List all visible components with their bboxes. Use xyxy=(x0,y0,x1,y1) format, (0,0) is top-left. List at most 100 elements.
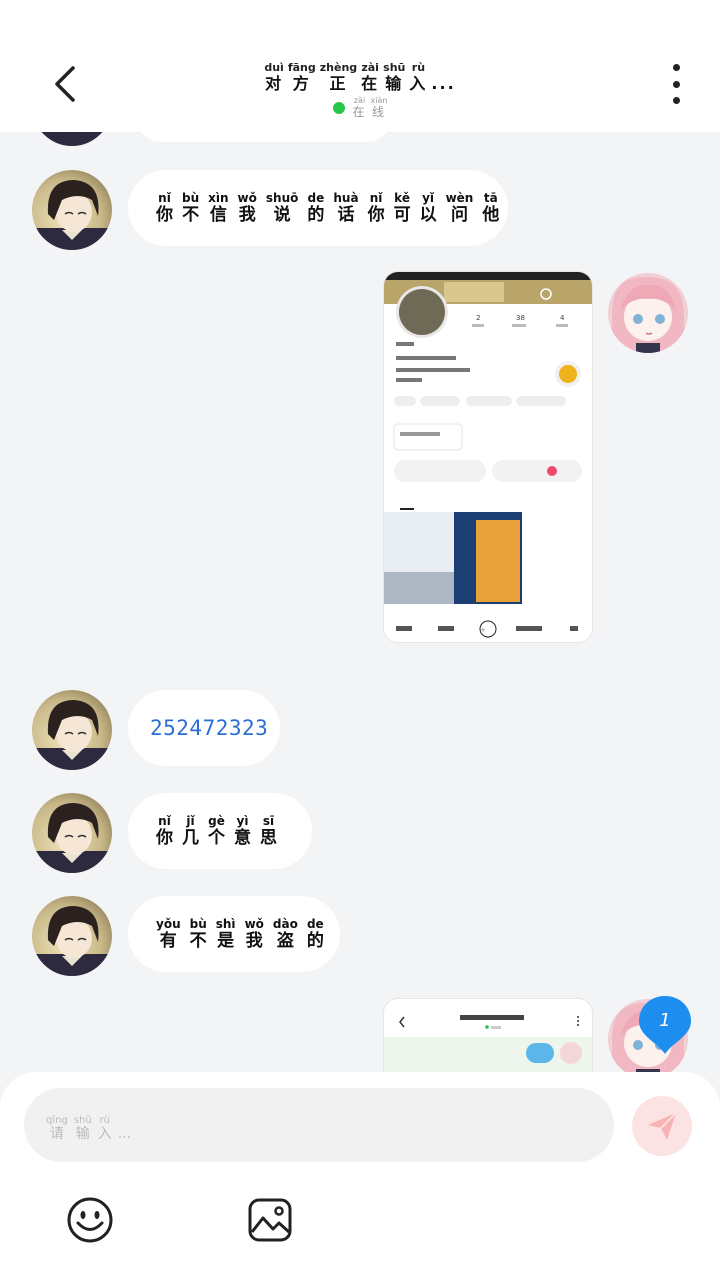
ruby-char: yǐ 以 xyxy=(420,191,437,225)
pinyin: kě xyxy=(394,190,410,205)
my-avatar[interactable] xyxy=(608,273,688,353)
online-label: zài 在 xiàn 线 xyxy=(353,96,388,119)
send-image-button[interactable] xyxy=(246,1196,294,1244)
hanzi: 盗 xyxy=(276,930,294,951)
ruby-char: de 的 xyxy=(307,190,325,225)
ruby-char: huà 话 xyxy=(333,191,358,225)
pinyin: xiàn xyxy=(370,96,388,105)
anime-girl-avatar-icon xyxy=(612,276,684,353)
pinyin: nǐ xyxy=(369,190,383,205)
hanzi: 我 xyxy=(238,204,256,225)
pinyin: shū xyxy=(73,1115,92,1126)
unread-count-badge[interactable]: 1 xyxy=(637,994,693,1056)
hanzi: 入 xyxy=(409,74,428,93)
ruby-char: nǐ 你 xyxy=(156,813,173,848)
pinyin: bù xyxy=(189,916,207,931)
ruby-char: wǒ 我 xyxy=(245,917,264,951)
hanzi: 输 xyxy=(75,1126,90,1142)
hanzi: 你 xyxy=(367,204,385,225)
hanzi: 他 xyxy=(482,204,500,225)
ruby-char: gè 个 xyxy=(208,813,225,848)
ruby-char: zài 在 xyxy=(361,62,379,94)
ruby-char: ... xyxy=(118,1115,131,1142)
dot xyxy=(672,97,680,104)
other-avatar[interactable] xyxy=(32,132,112,146)
ruby-char: sī 思 xyxy=(260,813,277,848)
phone-number-link[interactable]: 252472323 xyxy=(150,716,268,740)
pinyin: duì xyxy=(264,61,284,74)
ruby-char: fāng 方 xyxy=(288,62,316,94)
ruby-char: de 的 xyxy=(306,917,324,951)
svg-text:2: 2 xyxy=(476,314,480,322)
hanzi: 思 xyxy=(260,827,277,848)
anime-boy-avatar-icon xyxy=(32,180,112,250)
chat-screenshot-image xyxy=(384,999,592,1072)
pinyin: rù xyxy=(411,61,426,74)
other-avatar[interactable] xyxy=(32,170,112,250)
hanzi: ... xyxy=(117,1126,132,1142)
pinyin: qǐng xyxy=(46,1115,68,1126)
message-bubble-text[interactable]: yǒu 有 bù 不 shì 是 wǒ 我 dào 盗 de 的 xyxy=(128,896,340,972)
pinyin: xìn xyxy=(208,190,229,205)
pinyin: wèn xyxy=(445,190,474,205)
other-avatar[interactable] xyxy=(32,793,112,873)
pinyin: bù xyxy=(182,190,200,205)
hanzi: 我 xyxy=(245,930,263,951)
message-bubble-number[interactable]: 252472323 xyxy=(128,690,280,766)
hanzi: 在 xyxy=(352,105,367,119)
message-input-placeholder: qǐng 请 shū 输 rù 入 ... xyxy=(46,1115,131,1142)
svg-text:4: 4 xyxy=(560,314,565,322)
hanzi: 的 xyxy=(307,204,325,225)
hanzi: 请 xyxy=(49,1126,64,1142)
pinyin: gè xyxy=(208,813,225,828)
anime-boy-avatar-icon xyxy=(32,700,112,770)
ruby-char: bù 不 xyxy=(182,190,200,225)
hanzi: 在 xyxy=(361,74,380,93)
chat-area[interactable]: nǐ 你 bù 不 xìn 信 wǒ 我 shuō 说 de 的 huà 话 nǐ 你 kě 可 yǐ 以 wèn 问 tā… xyxy=(0,132,720,1072)
message-bubble-text[interactable]: nǐ 你 bù 不 xìn 信 wǒ 我 shuō 说 de 的 huà 话 nǐ 你 kě 可 yǐ 以 wèn 问 tā… xyxy=(128,170,508,246)
ruby-char: jǐ 几 xyxy=(182,814,199,848)
ruby-char: qǐng 请 xyxy=(46,1115,68,1142)
pinyin: nǐ xyxy=(158,813,171,828)
hanzi: 的 xyxy=(306,930,324,951)
ruby-char: shū 输 xyxy=(74,1115,92,1142)
message-text: yǒu 有 bù 不 shì 是 wǒ 我 dào 盗 de 的 xyxy=(156,916,324,951)
hanzi: 不 xyxy=(182,204,200,225)
message-composer: qǐng 请 shū 输 rù 入 ... xyxy=(0,1072,720,1280)
ruby-char: zài 在 xyxy=(353,96,367,119)
pinyin: sī xyxy=(262,813,275,828)
pinyin: shuō xyxy=(265,190,299,205)
ruby-char: ... xyxy=(431,62,455,94)
pinyin: zhèng xyxy=(319,61,358,74)
pinyin: shì xyxy=(215,916,236,931)
typing-status-title: duì 对 fāng 方 zhèng 正 zài 在 shū 输 rù 入 ... xyxy=(264,62,455,94)
pinyin: shū xyxy=(383,61,406,74)
ruby-char: yǒu 有 xyxy=(156,917,181,951)
hanzi: 方 xyxy=(292,74,311,93)
profile-screenshot-image: 2 38 4 + xyxy=(384,272,592,642)
hanzi: 你 xyxy=(156,827,173,848)
hanzi: 入 xyxy=(97,1126,112,1142)
dot xyxy=(672,64,680,71)
emoji-button[interactable] xyxy=(66,1196,114,1244)
paper-plane-icon xyxy=(648,1112,677,1140)
hanzi: 个 xyxy=(208,827,225,848)
other-avatar[interactable] xyxy=(32,896,112,976)
pinyin: tā xyxy=(483,190,498,205)
svg-text:38: 38 xyxy=(516,314,525,322)
pinyin: dào xyxy=(272,916,298,931)
ruby-char: xiàn 线 xyxy=(371,96,388,119)
message-bubble-text[interactable]: nǐ 你 jǐ 几 gè 个 yì 意 sī 思 xyxy=(128,793,312,869)
image-message-profile-screenshot[interactable]: 2 38 4 + xyxy=(384,272,592,642)
message-bubble-previous[interactable] xyxy=(136,132,392,142)
more-options-button[interactable] xyxy=(664,64,688,104)
hanzi: 正 xyxy=(329,74,348,93)
ruby-char: wèn 问 xyxy=(445,190,474,225)
send-button[interactable] xyxy=(632,1096,692,1156)
pinyin: de xyxy=(307,190,325,205)
pinyin: wǒ xyxy=(237,190,257,205)
message-input[interactable]: qǐng 请 shū 输 rù 入 ... xyxy=(24,1088,614,1162)
other-avatar[interactable] xyxy=(32,690,112,770)
image-message-chat-screenshot[interactable] xyxy=(384,999,592,1072)
hanzi: 不 xyxy=(189,930,207,951)
